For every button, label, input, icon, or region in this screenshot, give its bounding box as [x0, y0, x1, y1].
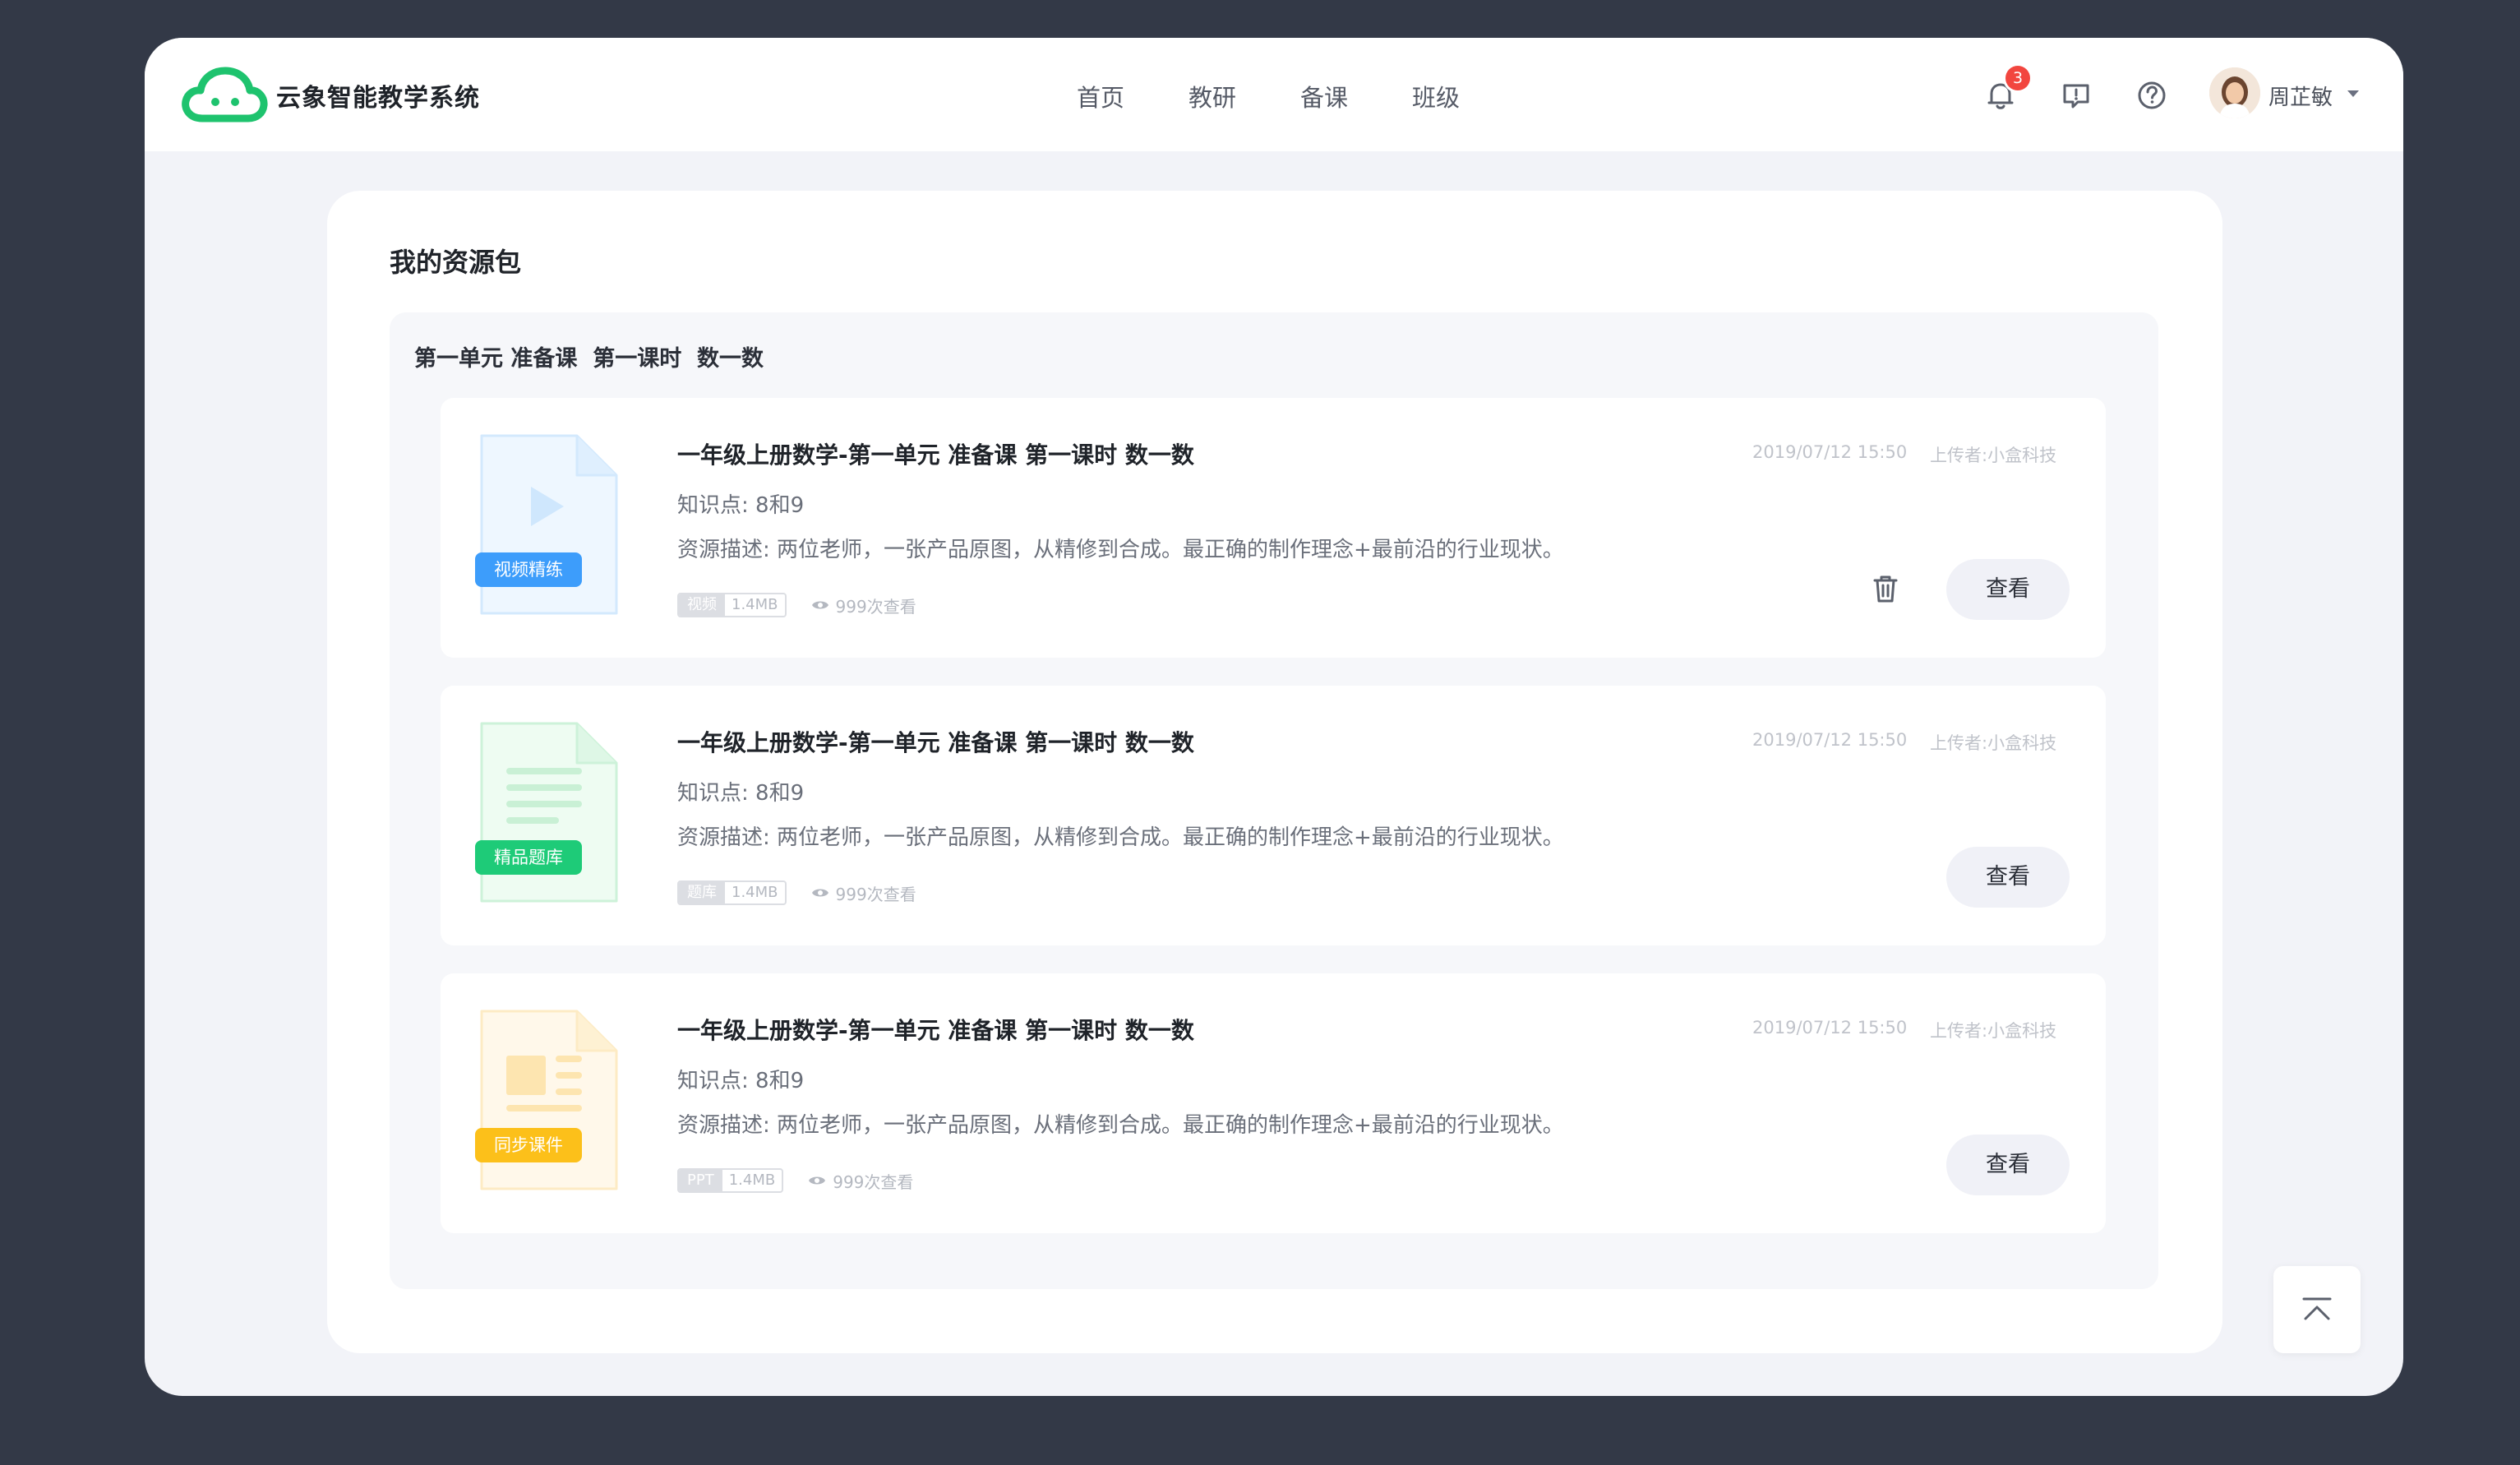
- chevron-down-icon[interactable]: [2347, 90, 2359, 97]
- nav-item-research[interactable]: 教研: [1188, 79, 1236, 113]
- view-count: 999次查看: [811, 881, 916, 905]
- nav-item-lesson-prep[interactable]: 备课: [1300, 79, 1348, 113]
- arrow-up-icon: [2302, 1297, 2332, 1320]
- group-title: 第一单元 准备课 第一课时 数一数: [414, 346, 764, 372]
- app-window: 云象智能教学系统 首页 教研 备课 班级 3 周芷敏 我的资源包 第一单元 准备…: [145, 38, 2403, 1396]
- file-type: PPT: [679, 1170, 722, 1191]
- user-avatar-icon: [2209, 67, 2260, 118]
- item-title[interactable]: 一年级上册数学-第一单元 准备课 第一课时 数一数: [677, 437, 1194, 470]
- item-title[interactable]: 一年级上册数学-第一单元 准备课 第一课时 数一数: [677, 1013, 1194, 1046]
- view-count-text: 999次查看: [835, 596, 916, 617]
- item-meta: 题库 1.4MB 999次查看: [677, 880, 916, 905]
- thumb-badge: 精品题库: [475, 840, 582, 875]
- page-title: 我的资源包: [390, 247, 522, 278]
- avatar[interactable]: [2209, 67, 2260, 118]
- uploader: 上传者:小盒科技: [1930, 446, 2057, 465]
- user-name[interactable]: 周芷敏: [2268, 81, 2333, 111]
- knowledge-point: 知识点: 8和9: [677, 781, 805, 806]
- upload-date: 2019/07/12 15:50: [1752, 442, 1908, 462]
- thumb-badge: 同步课件: [475, 1128, 582, 1162]
- item-title[interactable]: 一年级上册数学-第一单元 准备课 第一课时 数一数: [677, 725, 1194, 758]
- knowledge-point: 知识点: 8和9: [677, 1069, 805, 1093]
- main-nav: 首页 教研 备课 班级: [1077, 79, 1460, 113]
- item-description: 资源描述: 两位老师，一张产品原图，从精修到合成。最正确的制作理念+最前沿的行业…: [677, 825, 1564, 850]
- view-button[interactable]: 查看: [1946, 1135, 2070, 1195]
- back-to-top-button[interactable]: [2273, 1266, 2361, 1353]
- help-icon[interactable]: [2134, 77, 2170, 113]
- cloud-logo-icon: [182, 67, 268, 122]
- resource-item: 视频精练 一年级上册数学-第一单元 准备课 第一课时 数一数 知识点: 8和9 …: [441, 398, 2106, 658]
- resource-pack-panel: 我的资源包 第一单元 准备课 第一课时 数一数 视频精练 一年级上册数学-第一单…: [327, 191, 2222, 1353]
- eye-icon: [809, 1176, 826, 1185]
- file-type: 视频: [679, 594, 725, 616]
- eye-icon: [811, 889, 828, 897]
- resource-item: 同步课件 一年级上册数学-第一单元 准备课 第一课时 数一数 知识点: 8和9 …: [441, 973, 2106, 1233]
- file-tag: 题库 1.4MB: [677, 880, 787, 905]
- knowledge-point: 知识点: 8和9: [677, 493, 805, 518]
- nav-item-home[interactable]: 首页: [1077, 79, 1124, 113]
- item-description: 资源描述: 两位老师，一张产品原图，从精修到合成。最正确的制作理念+最前沿的行业…: [677, 538, 1564, 562]
- file-type: 题库: [679, 882, 725, 903]
- view-count-text: 999次查看: [833, 1172, 914, 1192]
- file-size: 1.4MB: [728, 1172, 776, 1189]
- ppt-file-icon: [480, 1010, 618, 1190]
- eye-icon: [811, 601, 828, 609]
- view-count-text: 999次查看: [835, 884, 916, 904]
- upload-date: 2019/07/12 15:50: [1752, 730, 1908, 750]
- notification-badge: 3: [2005, 66, 2030, 90]
- view-count: 999次查看: [811, 594, 916, 617]
- file-tag: 视频 1.4MB: [677, 593, 787, 617]
- top-header: 云象智能教学系统 首页 教研 备课 班级 3 周芷敏: [145, 38, 2403, 151]
- file-size: 1.4MB: [732, 596, 778, 613]
- item-meta: 视频 1.4MB 999次查看: [677, 593, 916, 617]
- item-meta: PPT 1.4MB 999次查看: [677, 1168, 913, 1193]
- trash-icon[interactable]: [1869, 572, 1902, 605]
- video-file-icon: [480, 434, 618, 615]
- uploader: 上传者:小盒科技: [1930, 1021, 2057, 1041]
- thumb-badge: 视频精练: [475, 552, 582, 587]
- nav-item-class[interactable]: 班级: [1412, 79, 1460, 113]
- app-title: 云象智能教学系统: [276, 84, 480, 113]
- message-alert-icon[interactable]: [2058, 77, 2094, 113]
- file-tag: PPT 1.4MB: [677, 1168, 784, 1193]
- view-button[interactable]: 查看: [1946, 847, 2070, 908]
- resource-group: 第一单元 准备课 第一课时 数一数 视频精练 一年级上册数学-第一单元 准备课 …: [390, 312, 2158, 1289]
- view-button[interactable]: 查看: [1946, 559, 2070, 620]
- view-count: 999次查看: [808, 1169, 913, 1193]
- file-size: 1.4MB: [732, 884, 778, 901]
- item-description: 资源描述: 两位老师，一张产品原图，从精修到合成。最正确的制作理念+最前沿的行业…: [677, 1113, 1564, 1138]
- uploader: 上传者:小盒科技: [1930, 733, 2057, 753]
- upload-date: 2019/07/12 15:50: [1752, 1018, 1908, 1038]
- document-file-icon: [480, 722, 618, 903]
- resource-item: 精品题库 一年级上册数学-第一单元 准备课 第一课时 数一数 知识点: 8和9 …: [441, 686, 2106, 945]
